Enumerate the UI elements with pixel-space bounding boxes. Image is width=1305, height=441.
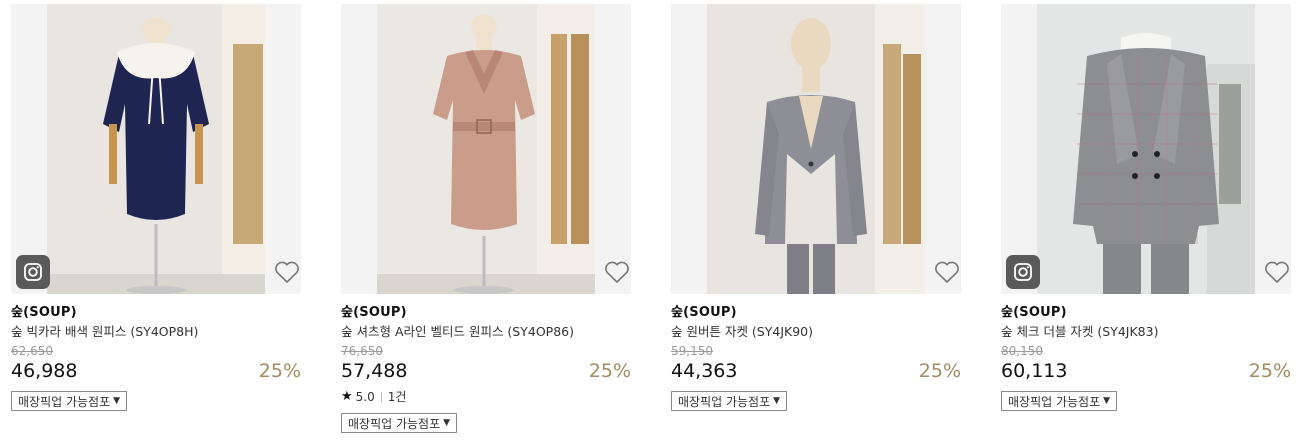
store-pickup-label: 매장픽업 가능점포 xyxy=(1008,394,1101,409)
product-rating: ★ 5.0 1건 xyxy=(341,389,631,405)
brand-name: 숲(SOUP) xyxy=(11,305,77,320)
heart-outline-icon[interactable] xyxy=(933,258,961,286)
brand-name: 숲(SOUP) xyxy=(341,305,407,320)
product-image[interactable] xyxy=(1001,4,1291,294)
instagram-icon[interactable] xyxy=(16,255,50,289)
product-photo-check-jacket xyxy=(1037,4,1255,294)
original-price: 62,650 xyxy=(11,344,53,358)
heart-outline-icon[interactable] xyxy=(603,258,631,286)
heart-outline-icon[interactable] xyxy=(273,258,301,286)
product-card[interactable]: 숲(SOUP) 숲 빅카라 배색 원피스 (SY4OP8H) 62,650 46… xyxy=(11,4,301,411)
sale-price: 60,113 xyxy=(1001,360,1068,382)
product-name-link[interactable]: 숲 체크 더블 자켓 (SY4JK83) xyxy=(1001,324,1291,340)
caret-down-icon: ▼ xyxy=(773,396,781,406)
product-photo-navy-dress xyxy=(47,4,265,294)
original-price: 59,150 xyxy=(671,344,713,358)
product-card[interactable]: 숲(SOUP) 숲 셔츠형 A라인 벨티드 원피스 (SY4OP86) 76,6… xyxy=(341,4,631,433)
original-price: 76,650 xyxy=(341,344,383,358)
product-card[interactable]: 숲(SOUP) 숲 체크 더블 자켓 (SY4JK83) 80,150 60,1… xyxy=(1001,4,1291,411)
product-image[interactable] xyxy=(671,4,961,294)
caret-down-icon: ▼ xyxy=(113,396,121,406)
store-pickup-label: 매장픽업 가능점포 xyxy=(678,394,771,409)
discount-rate: 25% xyxy=(588,360,631,382)
store-pickup-dropdown[interactable]: 매장픽업 가능점포 ▼ xyxy=(1001,391,1118,411)
sale-price: 46,988 xyxy=(11,360,78,382)
star-icon: ★ xyxy=(341,389,353,404)
brand-name: 숲(SOUP) xyxy=(1001,305,1067,320)
discount-rate: 25% xyxy=(918,360,961,382)
caret-down-icon: ▼ xyxy=(443,418,451,428)
instagram-icon[interactable] xyxy=(1006,255,1040,289)
heart-outline-icon[interactable] xyxy=(1263,258,1291,286)
store-pickup-dropdown[interactable]: 매장픽업 가능점포 ▼ xyxy=(671,391,788,411)
product-name-link[interactable]: 숲 빅카라 배색 원피스 (SY4OP8H) xyxy=(11,324,301,340)
store-pickup-label: 매장픽업 가능점포 xyxy=(348,416,441,431)
store-pickup-dropdown[interactable]: 매장픽업 가능점포 ▼ xyxy=(11,391,128,411)
product-photo-grey-jacket xyxy=(707,4,925,294)
discount-rate: 25% xyxy=(1248,360,1291,382)
product-name-link[interactable]: 숲 원버튼 자켓 (SY4JK90) xyxy=(671,324,961,340)
store-pickup-dropdown[interactable]: 매장픽업 가능점포 ▼ xyxy=(341,413,458,433)
review-count: 1건 xyxy=(387,390,407,404)
product-name-link[interactable]: 숲 셔츠형 A라인 벨티드 원피스 (SY4OP86) xyxy=(341,324,631,340)
original-price: 80,150 xyxy=(1001,344,1043,358)
product-image[interactable] xyxy=(11,4,301,294)
store-pickup-label: 매장픽업 가능점포 xyxy=(18,394,111,409)
rating-value: 5.0 xyxy=(355,390,375,404)
sale-price: 57,488 xyxy=(341,360,408,382)
product-grid: 숲(SOUP) 숲 빅카라 배색 원피스 (SY4OP8H) 62,650 46… xyxy=(0,0,1305,441)
sale-price: 44,363 xyxy=(671,360,738,382)
caret-down-icon: ▼ xyxy=(1103,396,1111,406)
product-image[interactable] xyxy=(341,4,631,294)
brand-name: 숲(SOUP) xyxy=(671,305,737,320)
product-photo-pink-dress xyxy=(377,4,595,294)
divider xyxy=(380,392,382,402)
discount-rate: 25% xyxy=(258,360,301,382)
product-card[interactable]: 숲(SOUP) 숲 원버튼 자켓 (SY4JK90) 59,150 44,363… xyxy=(671,4,961,411)
